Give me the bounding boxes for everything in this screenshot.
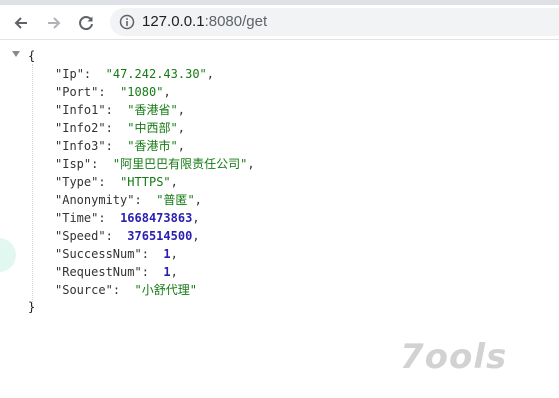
indent-guide (32, 64, 33, 306)
browser-toolbar: 127.0.0.1:8080/get (0, 5, 559, 40)
json-value: 香港省 (134, 103, 171, 117)
json-entry: "RequestNum": 1, (55, 265, 178, 279)
json-entry: "Info2": "中西部", (55, 121, 185, 135)
json-key: Anonymity (62, 193, 128, 207)
back-button[interactable] (9, 11, 33, 35)
url-path: :8080/get (204, 13, 268, 30)
json-key: Info2 (62, 121, 99, 135)
arrow-left-icon (14, 17, 27, 29)
json-value: 1 (163, 265, 171, 279)
json-entry: "Port": "1080", (55, 85, 171, 99)
url-text[interactable]: 127.0.0.1:8080/get (142, 13, 267, 31)
json-value: 1 (163, 247, 171, 261)
json-value: 1668473863 (120, 211, 193, 225)
json-entry: "Info3": "香港市", (55, 139, 185, 153)
json-entry: "Anonymity": "普匿", (55, 193, 202, 207)
json-entry: "Type": "HTTPS", (55, 175, 178, 189)
json-key: Source (62, 283, 106, 297)
json-entry: "Ip": "47.242.43.30", (55, 67, 215, 81)
json-entry: "Isp": "阿里巴巴有限责任公司", (55, 157, 255, 171)
reload-icon (79, 16, 93, 31)
json-value: 小舒代理 (141, 283, 190, 297)
watermark-logo: 7ools (400, 337, 508, 377)
info-icon[interactable] (119, 14, 135, 30)
open-brace: { (28, 49, 36, 63)
reload-button[interactable] (74, 11, 98, 35)
json-key: Isp (62, 157, 84, 171)
json-value: 香港市 (134, 139, 171, 153)
json-entry: "Source": "小舒代理" (55, 283, 197, 297)
json-value: HTTPS (127, 175, 164, 189)
json-key: RequestNum (62, 265, 135, 279)
json-key: Speed (62, 229, 99, 243)
json-key: SuccessNum (62, 247, 135, 261)
json-value: 47.242.43.30 (112, 67, 200, 81)
json-key: Info1 (62, 103, 99, 117)
json-key: Time (62, 211, 92, 225)
arrow-right-icon (48, 17, 61, 29)
json-key: Type (62, 175, 92, 189)
url-host: 127.0.0.1 (142, 13, 205, 30)
json-entry: "SuccessNum": 1, (55, 247, 178, 261)
json-entry: "Info1": "香港省", (55, 103, 185, 117)
json-key: Info3 (62, 139, 99, 153)
json-value: 中西部 (134, 121, 171, 135)
json-value: 1080 (127, 85, 157, 99)
json-entry: "Time": 1668473863, (55, 211, 200, 225)
forward-button[interactable] (42, 11, 66, 35)
json-value: 阿里巴巴有限责任公司 (120, 157, 241, 171)
json-entry: "Speed": 376514500, (55, 229, 200, 243)
json-value: 普匿 (163, 193, 188, 207)
collapse-toggle-icon[interactable] (12, 51, 20, 57)
json-key: Port (62, 85, 92, 99)
json-key: Ip (62, 67, 77, 81)
json-value: 376514500 (127, 229, 193, 243)
address-bar[interactable]: 127.0.0.1:8080/get (110, 8, 559, 36)
close-brace: } (28, 300, 36, 314)
